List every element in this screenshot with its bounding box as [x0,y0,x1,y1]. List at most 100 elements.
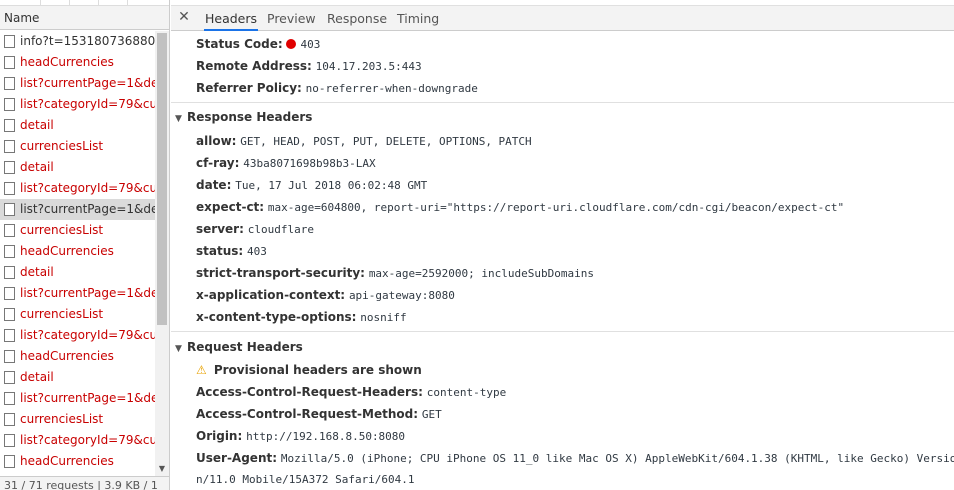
response-header-row: server: cloudflare [196,222,314,236]
request-type-icon [4,329,15,342]
header-key: Access-Control-Request-Headers: [196,385,423,399]
request-name: list?currentPage=1&device [20,76,155,90]
header-value: 403 [247,245,267,258]
tab-preview[interactable]: Preview [267,6,316,31]
scrollbar-thumb[interactable] [157,33,167,325]
tab-timing[interactable]: Timing [397,6,439,31]
header-value: http://192.168.8.50:8080 [246,430,406,443]
status-error-dot-icon [286,39,297,49]
remote-address-label: Remote Address: [196,59,312,73]
request-row[interactable]: list?categoryId=79&curre [0,325,155,346]
header-value: nosniff [360,311,407,324]
request-name: list?currentPage=1&devic [20,391,155,405]
request-name: detail [20,265,54,279]
request-type-icon [4,203,15,216]
request-row[interactable]: currenciesList [0,136,155,157]
header-value: GET, HEAD, POST, PUT, DELETE, OPTIONS, P… [240,135,532,148]
header-value: Mozilla/5.0 (iPhone; CPU iPhone OS 11_0 … [280,452,954,465]
request-type-icon [4,413,15,426]
general-referrer-policy: Referrer Policy: no-referrer-when-downgr… [196,81,478,95]
request-type-icon [4,56,15,69]
header-key: expect-ct: [196,200,265,214]
header-value: api-gateway:8080 [348,289,455,302]
request-row[interactable]: info?t=1531807368807 [0,31,155,52]
request-type-icon [4,98,15,111]
header-key: x-application-context: [196,288,346,302]
request-name: headCurrencies [20,454,114,468]
request-row[interactable]: currenciesList [0,409,155,430]
request-row[interactable]: list?categoryId=79&curre [0,178,155,199]
request-name: list?categoryId=79&curre [20,328,155,342]
header-key: server: [196,222,244,236]
request-row[interactable]: currenciesList [0,220,155,241]
request-name: info?t=1531807368807 [20,34,155,48]
request-name: currenciesList [20,307,104,321]
header-value: content-type [426,386,507,399]
expand-triangle-icon[interactable]: ▼ [175,344,187,354]
request-row[interactable]: list?categoryId=79&curre [0,430,155,451]
request-name: detail [20,370,54,384]
close-icon[interactable]: ✕ [177,9,191,25]
request-list-scrollbar[interactable]: ▼ [155,31,169,476]
header-key: x-content-type-options: [196,310,357,324]
request-row[interactable]: currenciesList [0,304,155,325]
scroll-down-arrow-icon[interactable]: ▼ [157,464,167,474]
expand-triangle-icon[interactable]: ▼ [175,114,187,124]
request-name: headCurrencies [20,349,114,363]
request-header-row: User-Agent: Mozilla/5.0 (iPhone; CPU iPh… [196,451,954,465]
general-status-code: Status Code: 403 [196,37,320,51]
response-header-row: date: Tue, 17 Jul 2018 06:02:48 GMT [196,178,427,192]
user-agent-continued: n/11.0 Mobile/15A372 Safari/604.1 [196,473,415,486]
header-value: 43ba8071698b98b3-LAX [243,157,376,170]
response-header-row: cf-ray: 43ba8071698b98b3-LAX [196,156,376,170]
request-name: headCurrencies [20,244,114,258]
request-type-icon [4,119,15,132]
header-value: Tue, 17 Jul 2018 06:02:48 GMT [235,179,428,192]
request-type-icon [4,77,15,90]
request-type-icon [4,35,15,48]
request-name: list?currentPage=1&devic [20,202,155,216]
request-row[interactable]: detail [0,157,155,178]
request-headers-section[interactable]: ▼ Request Headers [175,340,303,354]
request-header-row: Access-Control-Request-Method: GET [196,407,442,421]
request-row[interactable]: headCurrencies [0,346,155,367]
request-row[interactable]: headCurrencies [0,241,155,262]
tab-headers[interactable]: Headers [204,6,259,31]
request-type-icon [4,455,15,468]
request-name: currenciesList [20,139,104,153]
section-divider [171,331,954,332]
request-row[interactable]: list?categoryId=79&curre [0,94,155,115]
request-list-panel: Name info?t=1531807368807 headCurrencies l… [0,0,170,490]
request-row[interactable]: headCurrencies [0,52,155,73]
header-key: User-Agent: [196,451,278,465]
response-header-row: expect-ct: max-age=604800, report-uri="h… [196,200,844,214]
response-headers-title: Response Headers [187,110,313,124]
header-value: GET [421,408,442,421]
remote-address-value: 104.17.203.5:443 [315,60,422,73]
request-row[interactable]: detail [0,262,155,283]
request-name: currenciesList [20,412,104,426]
request-type-icon [4,350,15,363]
response-header-row: status: 403 [196,244,267,258]
response-header-row: strict-transport-security: max-age=25920… [196,266,594,280]
request-name: headCurrencies [20,55,114,69]
header-key: date: [196,178,232,192]
section-divider [171,102,954,103]
response-headers-section[interactable]: ▼ Response Headers [175,110,312,124]
request-row[interactable]: list?currentPage=1&devic [0,283,155,304]
request-row[interactable]: list?currentPage=1&devic [0,199,155,220]
request-name: list?categoryId=79&curre [20,433,155,447]
request-type-icon [4,245,15,258]
name-column-header[interactable]: Name [0,6,169,30]
tab-response[interactable]: Response [327,6,387,31]
request-row[interactable]: headCurrencies [0,451,155,472]
request-row[interactable]: detail [0,367,155,388]
request-header-row: Access-Control-Request-Headers: content-… [196,385,506,399]
request-row[interactable]: list?currentPage=1&device [0,73,155,94]
status-code-value: 403 [300,38,321,51]
general-remote-address: Remote Address: 104.17.203.5:443 [196,59,422,73]
network-summary-status: 31 / 71 requests | 3.9 KB / 1 [0,476,169,490]
request-row[interactable]: list?currentPage=1&devic [0,388,155,409]
request-type-icon [4,287,15,300]
request-row[interactable]: detail [0,115,155,136]
